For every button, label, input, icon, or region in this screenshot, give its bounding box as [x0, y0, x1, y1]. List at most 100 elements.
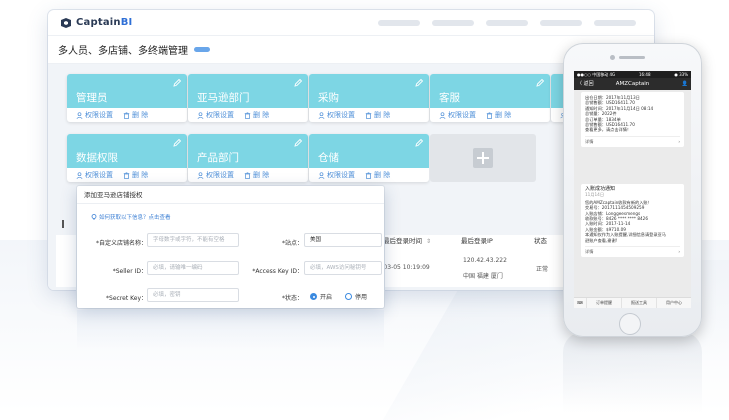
role-name: 管理员 — [76, 92, 108, 104]
role-name: 亚马逊部门 — [197, 92, 250, 104]
edit-icon[interactable] — [414, 138, 424, 148]
chevron-right-icon: › — [678, 249, 680, 255]
logo-icon — [61, 17, 71, 28]
edit-icon[interactable] — [414, 78, 424, 88]
delete-button[interactable]: 删 除 — [123, 110, 148, 120]
sales-detail-link[interactable]: 详情 › — [585, 135, 680, 144]
tab-report-tools[interactable]: 报送工具 — [621, 298, 656, 308]
access-key-input[interactable]: 必填，AWS访问秘钥号 — [304, 261, 382, 275]
battery-text: ● 33% — [674, 72, 688, 77]
seller-id-input[interactable]: 必填，请输唯一编码 — [147, 261, 239, 275]
permission-settings-button[interactable]: 权限设置 — [76, 110, 113, 120]
deposit-message-lines: 您的AMZcaptain收款有新的入账！ 交易号：2017111454509259… — [585, 200, 680, 243]
delete-button[interactable]: 删 除 — [244, 110, 269, 120]
delete-button[interactable]: 删 除 — [244, 170, 269, 180]
radio-checked-icon — [310, 293, 317, 300]
delete-label: 删 除 — [132, 111, 149, 119]
deposit-message: 入账成功通知 11月14日 您的AMZcaptain收款有新的入账！ 交易号：20… — [581, 184, 684, 258]
role-card[interactable]: 客服权限设置 删 除 — [430, 74, 550, 122]
role-card[interactable]: 管理员权限设置 删 除 — [67, 74, 187, 122]
trash-icon — [123, 171, 130, 179]
permission-settings-label: 权限设置 — [327, 171, 355, 179]
role-card-actions: 权限设置 删 除 — [67, 168, 187, 182]
delete-button[interactable]: 删 除 — [365, 110, 390, 120]
window-header: CaptainBI — [48, 10, 654, 36]
sort-icon[interactable]: ⇕ — [426, 238, 431, 245]
role-card-actions: 权限设置 删 除 — [188, 108, 308, 122]
help-link[interactable]: 如何获取以下信息？点击查看 — [91, 213, 171, 221]
dialog-reflection — [77, 310, 384, 350]
user-icon — [318, 171, 325, 179]
store-name-input[interactable]: 字母数字或字符，不能有空格 — [147, 233, 239, 247]
logo-text: CaptainBI — [76, 17, 133, 28]
deposit-date: 11月14日 — [585, 192, 605, 198]
tab-order-reminder[interactable]: 订单提醒 — [586, 298, 621, 308]
role-card-header: 客服 — [430, 74, 550, 108]
message-line: 逊账户查看,谢谢! — [585, 237, 618, 243]
role-card-header: 管理员 — [67, 74, 187, 108]
permission-settings-label: 权限设置 — [327, 111, 355, 119]
permission-settings-button[interactable]: 权限设置 — [439, 110, 476, 120]
delete-label: 删 除 — [253, 171, 270, 179]
status-on-label: 开启 — [320, 294, 333, 301]
role-card[interactable]: 数据权限 权限设置 删 除 — [67, 134, 187, 182]
seller-id-label: *Seller ID： — [112, 268, 147, 275]
location-icon — [91, 214, 97, 220]
edit-icon[interactable] — [535, 78, 545, 88]
permission-settings-button[interactable]: 权限设置 — [76, 170, 113, 180]
edit-icon[interactable] — [172, 78, 182, 88]
plus-icon — [473, 148, 493, 168]
role-card[interactable]: 采购权限设置 删 除 — [309, 74, 429, 122]
delete-label: 删 除 — [132, 171, 149, 179]
trash-icon — [365, 171, 372, 179]
add-role-card[interactable] — [430, 134, 536, 182]
user-icon — [76, 111, 83, 119]
col-last-login-time[interactable]: 最后登录时间 ⇕ — [383, 235, 431, 248]
role-name: 仓储 — [318, 152, 339, 164]
title-pill — [194, 47, 210, 52]
phone-navbar: 〈 返回 AMZCaptain 👤 — [574, 78, 691, 90]
status-off-radio[interactable]: 停用 — [345, 292, 367, 301]
permission-settings-label: 权限设置 — [448, 111, 476, 119]
delete-label: 删 除 — [253, 111, 270, 119]
delete-button[interactable]: 删 除 — [486, 110, 511, 120]
sales-message-lines: 出仓日期：2017年11月13日 总销售额：USD16411.70 通知时间：201… — [585, 95, 680, 133]
permission-settings-button[interactable]: 权限设置 — [318, 170, 355, 180]
user-icon — [439, 111, 446, 119]
role-card[interactable]: 仓储权限设置 删 除 — [309, 134, 429, 182]
edit-icon[interactable] — [172, 138, 182, 148]
deposit-detail-link[interactable]: 详情 › — [585, 246, 680, 254]
permission-settings-label: 权限设置 — [85, 111, 113, 119]
site-select[interactable]: 美国 — [304, 233, 382, 247]
access-key-label: *Access Key ID： — [252, 268, 303, 275]
home-button[interactable] — [619, 313, 641, 335]
site-label: *站点： — [281, 240, 303, 247]
edit-icon[interactable] — [293, 78, 303, 88]
delete-label: 删 除 — [495, 111, 512, 119]
delete-button[interactable]: 删 除 — [365, 170, 390, 180]
logo: CaptainBI — [60, 17, 132, 29]
delete-label: 删 除 — [374, 111, 391, 119]
role-card-header: 采购 — [309, 74, 429, 108]
permission-settings-label: 权限设置 — [85, 171, 113, 179]
role-card[interactable]: 产品部门 权限设置 删 除 — [188, 134, 308, 182]
trash-icon — [244, 111, 251, 119]
dialog-title: 添加亚马逊店铺授权 — [77, 186, 384, 204]
delete-label: 删 除 — [374, 171, 391, 179]
delete-button[interactable]: 删 除 — [123, 170, 148, 180]
role-card[interactable]: 亚马逊部门权限设置 删 除 — [188, 74, 308, 122]
role-name: 采购 — [318, 92, 339, 104]
message-line: 本通知仅作为入账提醒,详细信息请登录亚马 — [585, 232, 666, 238]
back-button[interactable]: 〈 返回 — [577, 78, 594, 90]
permission-settings-button[interactable]: 权限设置 — [318, 110, 355, 120]
keyboard-tab[interactable]: ⌨ — [574, 298, 586, 308]
edit-icon[interactable] — [293, 138, 303, 148]
status-on-radio[interactable]: 开启 — [310, 292, 332, 301]
radio-unchecked-icon — [345, 293, 352, 300]
profile-icon[interactable]: 👤 — [682, 78, 688, 90]
user-icon — [318, 111, 325, 119]
secret-key-input[interactable]: 必填，密钥 — [147, 288, 239, 302]
permission-settings-button[interactable]: 权限设置 — [197, 170, 234, 180]
permission-settings-button[interactable]: 权限设置 — [197, 110, 234, 120]
tab-user-center[interactable]: 用户中心 — [656, 298, 691, 308]
